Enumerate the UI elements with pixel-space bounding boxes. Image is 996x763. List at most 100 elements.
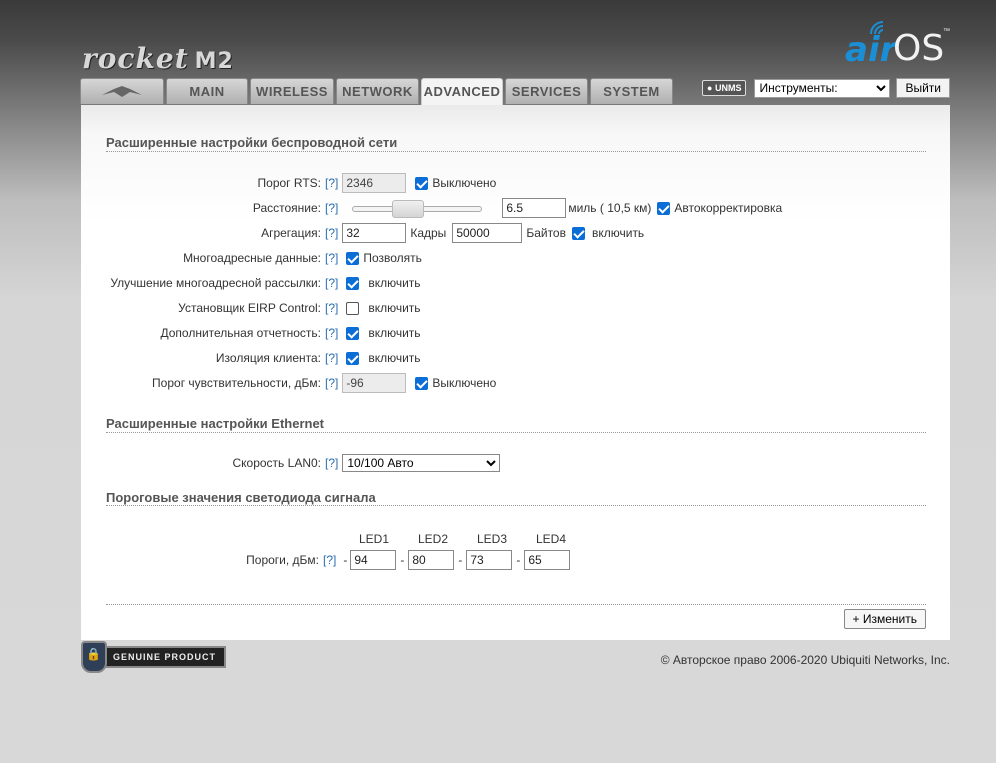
- airos-logo: air OS ™: [843, 20, 953, 70]
- led3-input[interactable]: [466, 550, 513, 570]
- ethernet-section-title: Расширенные настройки Ethernet: [106, 416, 324, 431]
- top-controls: ● UNMS Инструменты: Выйти: [702, 78, 950, 98]
- extra-report-checkbox[interactable]: [346, 326, 360, 340]
- auto-adjust-label: Автокорректировка: [674, 201, 783, 215]
- sensitivity-help-link[interactable]: [?]: [325, 376, 338, 390]
- distance-row: Расстояние: [?] миль ( 10,5 км) Автокорр…: [81, 198, 782, 218]
- tab-ubiquiti-logo[interactable]: [80, 78, 164, 104]
- lan-speed-label: Скорость LAN0:: [232, 456, 321, 470]
- extra-report-help-link[interactable]: [?]: [325, 326, 338, 340]
- airos-os-text: OS: [893, 28, 945, 69]
- tab-advanced[interactable]: ADVANCED: [421, 78, 503, 106]
- led2-header: LED2: [418, 532, 449, 546]
- distance-unit: миль ( 10,5 км): [568, 201, 652, 215]
- led1-header: LED1: [359, 532, 390, 546]
- isolation-help-link[interactable]: [?]: [325, 351, 338, 365]
- multicast-cb-label: Позволять: [363, 251, 422, 265]
- led2-input[interactable]: [408, 550, 455, 570]
- led-help-link[interactable]: [?]: [323, 553, 336, 567]
- rocket-m2-logo: rocket M2: [82, 42, 234, 75]
- bytes-input[interactable]: [452, 223, 523, 243]
- rts-label: Порог RTS:: [257, 176, 321, 190]
- extra-report-cb-label: включить: [368, 326, 421, 340]
- lan-speed-help-link[interactable]: [?]: [325, 456, 338, 470]
- isolation-label: Изоляция клиента:: [215, 351, 321, 365]
- led3-header: LED3: [477, 532, 508, 546]
- distance-input[interactable]: [502, 198, 567, 218]
- main-tabs: MAIN WIRELESS NETWORK ADVANCED SERVICES …: [80, 78, 675, 106]
- tab-system[interactable]: SYSTEM: [590, 78, 673, 104]
- led4-header: LED4: [536, 532, 567, 546]
- lan-speed-row: Скорость LAN0: [?] 10/100 Авто: [81, 453, 501, 473]
- divider: [106, 151, 926, 152]
- multicast-help-link[interactable]: [?]: [325, 251, 338, 265]
- tab-services[interactable]: SERVICES: [505, 78, 588, 104]
- sensitivity-row: Порог чувствительности, дБм: [?] Выключе…: [81, 373, 496, 393]
- genuine-product-text: GENUINE PRODUCT: [105, 646, 227, 668]
- divider: [106, 505, 926, 506]
- multicast-checkbox[interactable]: [346, 251, 360, 265]
- multicast-enh-help-link[interactable]: [?]: [325, 276, 338, 290]
- rts-row: Порог RTS: [?] Выключено: [81, 173, 496, 193]
- extra-report-row: Дополнительная отчетность: [?] включить: [81, 323, 421, 343]
- rts-help-link[interactable]: [?]: [325, 176, 338, 190]
- rts-input[interactable]: [342, 173, 407, 193]
- auto-adjust-checkbox[interactable]: [657, 201, 671, 215]
- eirp-cb-label: включить: [368, 301, 421, 315]
- sensitivity-off-label: Выключено: [432, 376, 497, 390]
- distance-help-link[interactable]: [?]: [325, 201, 338, 215]
- rts-off-label: Выключено: [432, 176, 497, 190]
- eirp-checkbox[interactable]: [346, 301, 360, 315]
- product-name: rocket: [82, 42, 189, 75]
- frames-unit: Кадры: [410, 226, 447, 240]
- unms-badge[interactable]: ● UNMS: [702, 80, 747, 96]
- eirp-row: Установщик EIRP Control: [?] включить: [81, 298, 421, 318]
- frames-input[interactable]: [342, 223, 407, 243]
- multicast-enh-checkbox[interactable]: [346, 276, 360, 290]
- aggregation-label: Агрегация:: [261, 226, 321, 240]
- slider-thumb[interactable]: [392, 200, 425, 218]
- tools-dropdown[interactable]: Инструменты:: [754, 78, 891, 98]
- lan-speed-select[interactable]: 10/100 Авто: [342, 454, 501, 472]
- multicast-row: Многоадресные данные: [?] Позволять: [81, 248, 422, 268]
- ubiquiti-logo-icon: [102, 86, 142, 97]
- sensitivity-label: Порог чувствительности, дБм:: [152, 376, 321, 390]
- led-section-title: Пороговые значения светодиода сигнала: [106, 490, 376, 505]
- lock-shield-icon: [81, 641, 107, 673]
- multicast-enh-label: Улучшение многоадресной рассылки:: [110, 276, 321, 290]
- rts-off-checkbox[interactable]: [415, 176, 429, 190]
- led-thresholds-label: Пороги, дБм:: [246, 553, 319, 567]
- eirp-help-link[interactable]: [?]: [325, 301, 338, 315]
- multicast-enh-row: Улучшение многоадресной рассылки: [?] вк…: [81, 273, 421, 293]
- eirp-label: Установщик EIRP Control:: [178, 301, 321, 315]
- divider: [106, 604, 926, 605]
- isolation-row: Изоляция клиента: [?] включить: [81, 348, 421, 368]
- bytes-unit: Байтов: [526, 226, 566, 240]
- distance-slider[interactable]: [352, 198, 483, 218]
- led4-input[interactable]: [524, 550, 571, 570]
- isolation-checkbox[interactable]: [346, 351, 360, 365]
- led2-minus: -: [400, 553, 405, 567]
- tab-wireless[interactable]: WIRELESS: [250, 78, 334, 104]
- airos-air-text: air: [845, 30, 897, 70]
- copyright: © Авторское право 2006-2020 Ubiquiti Net…: [660, 653, 950, 667]
- sensitivity-input[interactable]: [342, 373, 407, 393]
- trademark: ™: [943, 28, 950, 35]
- led-thresholds-row: Пороги, дБм: [?] - - - -: [81, 550, 571, 570]
- sensitivity-off-checkbox[interactable]: [415, 376, 429, 390]
- tab-main[interactable]: MAIN: [166, 78, 248, 104]
- aggregation-enable-label: включить: [591, 226, 645, 240]
- distance-label: Расстояние:: [252, 201, 321, 215]
- multicast-enh-cb-label: включить: [368, 276, 421, 290]
- led1-input[interactable]: [350, 550, 397, 570]
- unms-label: UNMS: [714, 83, 742, 93]
- advanced-panel: Расширенные настройки беспроводной сети …: [81, 105, 950, 640]
- aggregation-row: Агрегация: [?] Кадры Байтов включить: [81, 223, 644, 243]
- led4-minus: -: [516, 553, 521, 567]
- logout-button[interactable]: Выйти: [896, 78, 950, 98]
- aggregation-enable-checkbox[interactable]: [571, 226, 585, 240]
- tab-network[interactable]: NETWORK: [336, 78, 419, 104]
- led3-minus: -: [458, 553, 463, 567]
- aggregation-help-link[interactable]: [?]: [325, 226, 338, 240]
- change-button[interactable]: + Изменить: [843, 609, 926, 629]
